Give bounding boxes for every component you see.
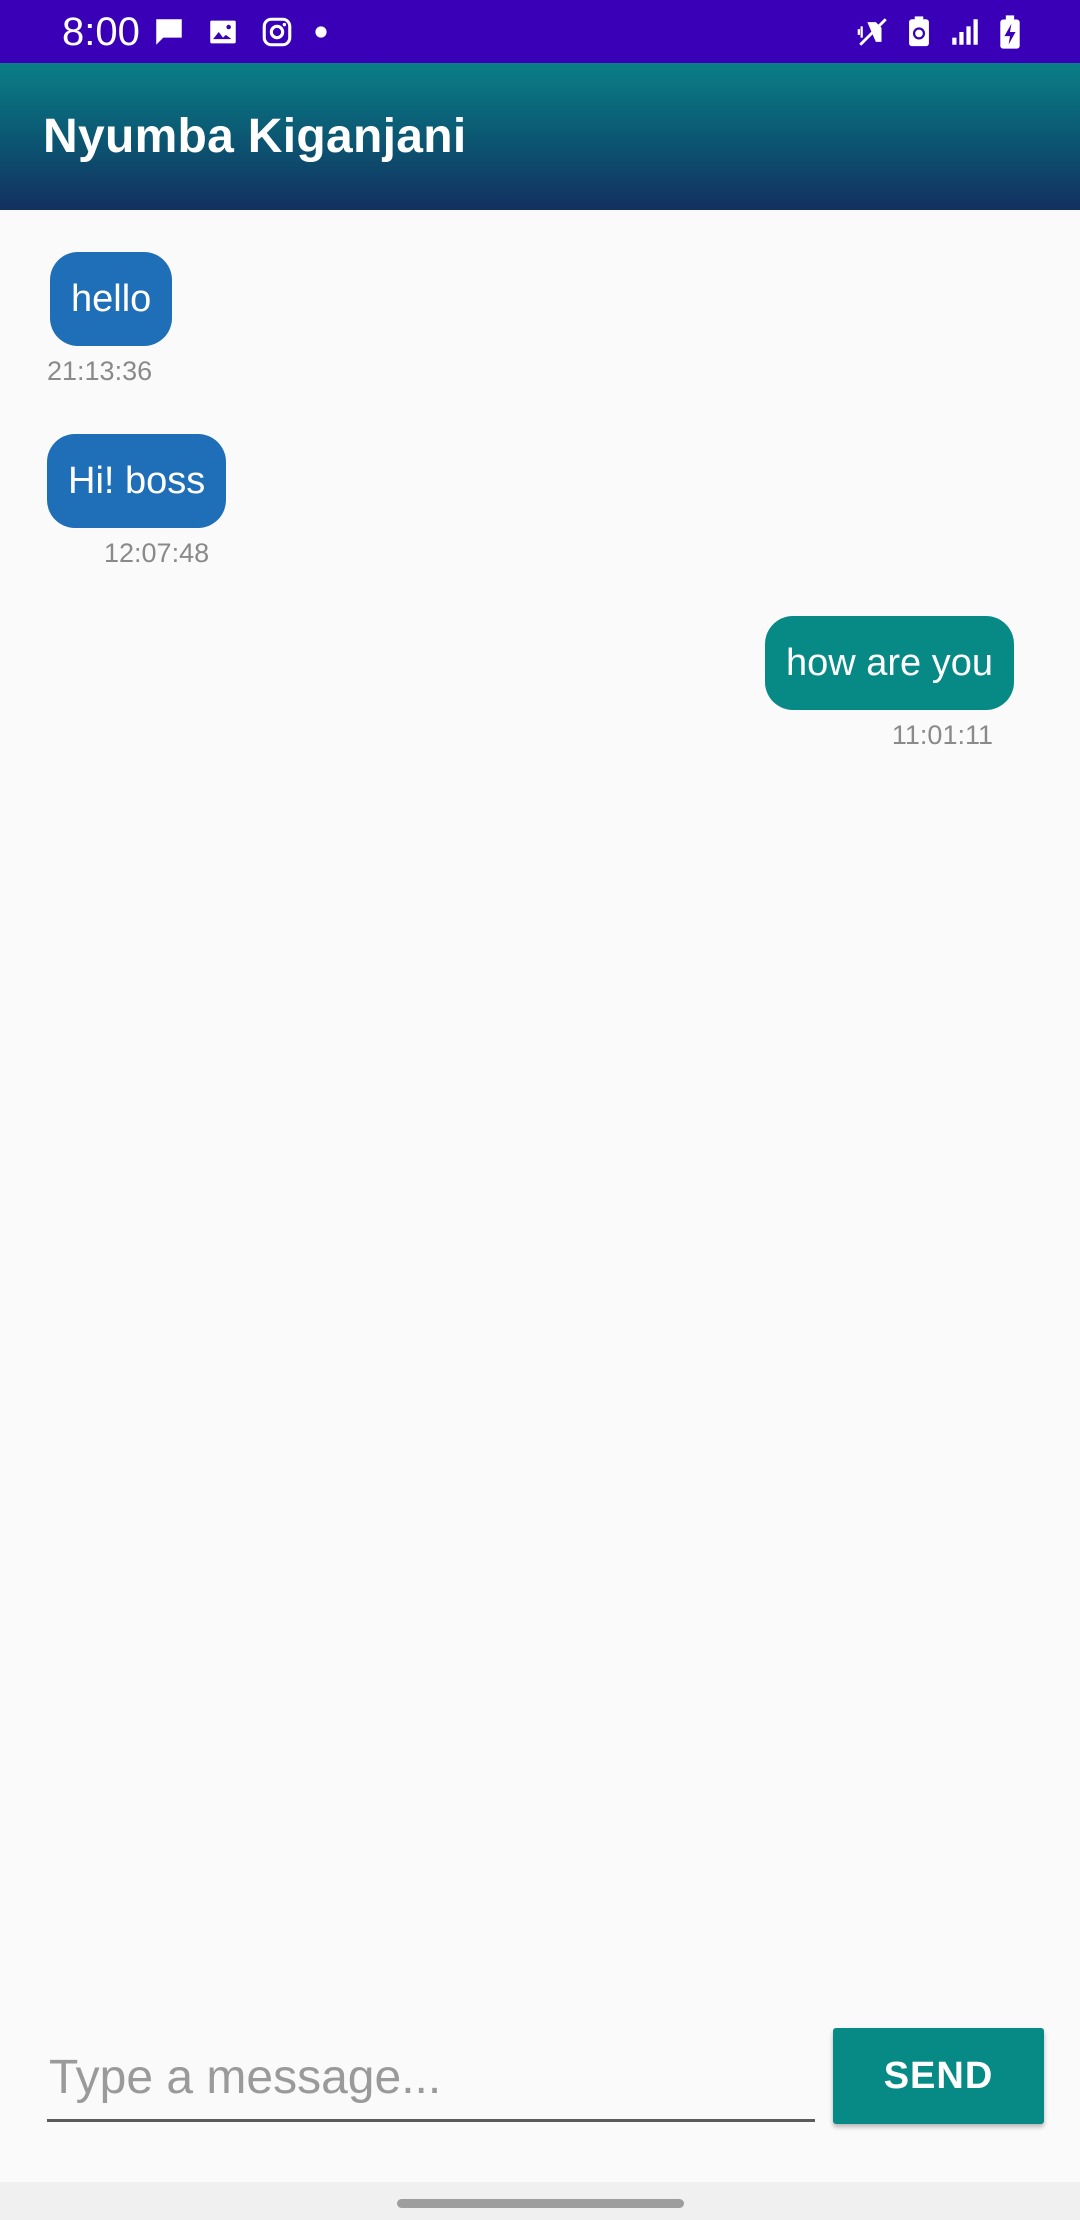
- instagram-icon: [260, 15, 294, 49]
- message-bubble-sent[interactable]: how are you: [764, 616, 1014, 710]
- message-timestamp: 21:13:36: [47, 356, 153, 386]
- notification-icons: [152, 14, 328, 50]
- app-title: Nyumba Kiganjani: [43, 110, 467, 163]
- app-bar: Nyumba Kiganjani: [0, 63, 1080, 210]
- message-text: Hi! boss: [68, 460, 206, 502]
- message-timestamp: 12:07:48: [104, 538, 210, 568]
- dot-icon: [314, 25, 328, 39]
- signal-icon: [948, 15, 982, 49]
- chat-screen: 8:00 Nyumba Kiganjani hello 21:13:36 Hi!…: [0, 0, 1080, 2220]
- message-composer: SEND: [0, 2000, 1080, 2150]
- status-bar: 8:00: [0, 0, 1080, 63]
- message-input[interactable]: [47, 2036, 815, 2122]
- message-timestamp: 11:01:11: [891, 720, 993, 750]
- home-gesture-handle[interactable]: [397, 2199, 684, 2208]
- navigation-bar: [0, 2182, 1080, 2220]
- send-button[interactable]: SEND: [833, 2028, 1044, 2124]
- message-bubble-received[interactable]: Hi! boss: [47, 434, 227, 528]
- status-time: 8:00: [62, 10, 140, 54]
- system-icons: [856, 14, 1024, 50]
- image-icon: [206, 15, 240, 49]
- message-list[interactable]: hello 21:13:36 Hi! boss 12:07:48 how are…: [0, 210, 1080, 1990]
- vibrate-mute-icon: [856, 15, 890, 49]
- battery-saver-icon: [904, 15, 934, 49]
- message-bubble-received[interactable]: hello: [50, 252, 173, 346]
- message-text: how are you: [785, 642, 993, 684]
- battery-charging-icon: [996, 14, 1024, 50]
- message-icon: [152, 15, 186, 49]
- message-text: hello: [71, 278, 152, 320]
